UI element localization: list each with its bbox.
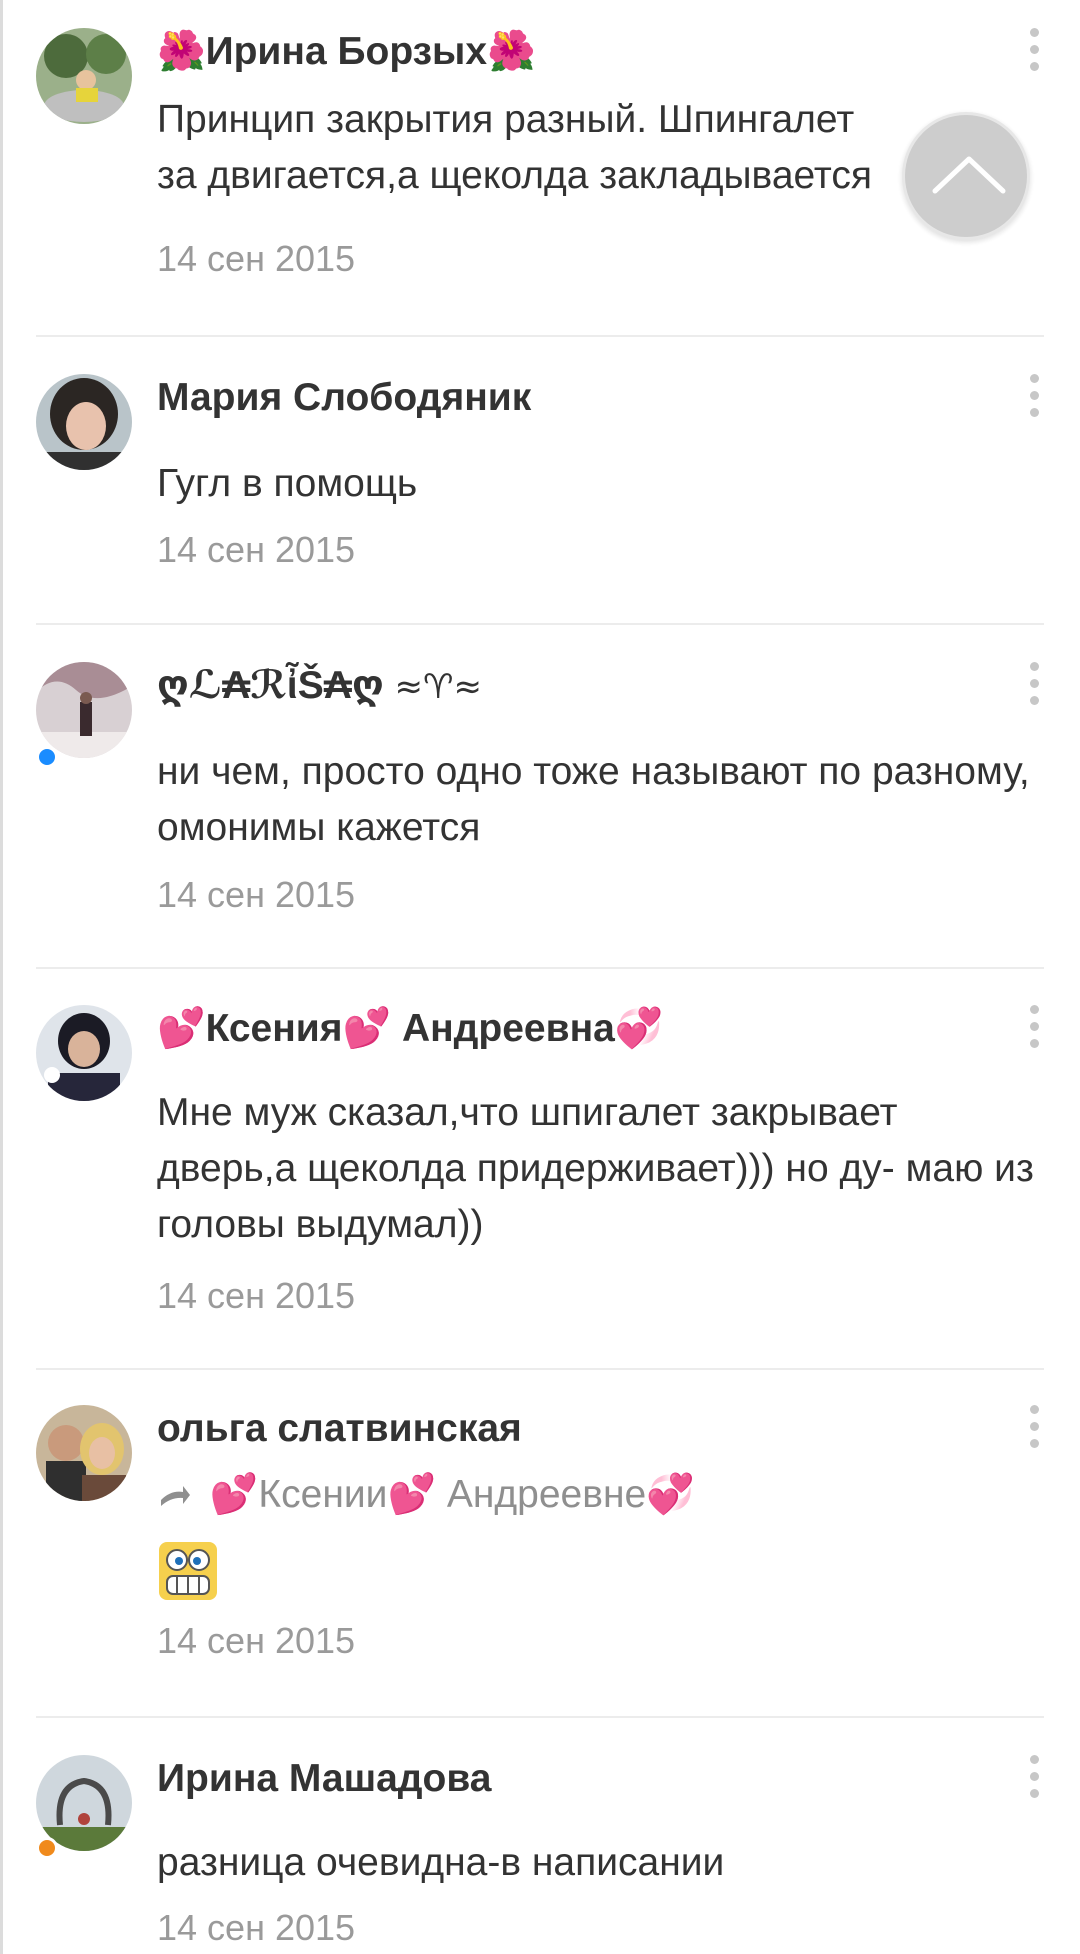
two-hearts-icon: 💕 <box>157 1006 206 1051</box>
hibiscus-icon: 🌺 <box>487 29 536 74</box>
two-hearts-icon: 💕 <box>387 1472 436 1517</box>
comment-text: ни чем, просто одно тоже называют по раз… <box>157 750 1030 849</box>
divider <box>36 1368 1044 1370</box>
divider <box>36 967 1044 969</box>
hibiscus-icon: 🌺 <box>157 29 206 74</box>
chevron-up-icon <box>932 156 1006 194</box>
aries-icon: ≈♈≈ <box>383 667 482 707</box>
reply-to[interactable]: 💕Ксении💕 Андреевне💞 <box>157 1471 695 1517</box>
comment-date: 14 сен 2015 <box>157 874 356 915</box>
online-status-dot <box>36 746 58 768</box>
author-name[interactable]: 🌺Ирина Борзых🌺 <box>157 28 536 76</box>
author-name[interactable]: ღℒ₳ℛἶŠ₳ღ ≈♈≈ <box>157 662 482 711</box>
more-options-icon[interactable] <box>1024 374 1044 417</box>
comment-text: разница очевидна-в написании <box>157 1841 725 1884</box>
two-hearts-icon: 💕 <box>209 1472 259 1517</box>
comment-date: 14 сен 2015 <box>157 529 356 570</box>
left-edge <box>0 0 3 1954</box>
two-hearts-icon: 💕 <box>342 1006 392 1051</box>
author-name[interactable]: Мария Слободяник <box>157 374 531 422</box>
avatar[interactable] <box>36 662 132 758</box>
more-options-icon[interactable] <box>1024 1005 1044 1048</box>
more-options-icon[interactable] <box>1024 1405 1044 1448</box>
revolving-hearts-icon: 💞 <box>614 1006 664 1051</box>
comment-date: 14 сен 2015 <box>157 1620 356 1661</box>
avatar[interactable] <box>36 1405 132 1501</box>
divider <box>36 335 1044 337</box>
comment-date: 14 сен 2015 <box>157 238 356 279</box>
revolving-hearts-icon: 💞 <box>646 1472 695 1517</box>
comment-text: Гугл в помощь <box>157 462 418 505</box>
comment-text-line: за двигается,а щеколда закладывается <box>157 154 872 197</box>
more-options-icon[interactable] <box>1024 662 1044 705</box>
comment-date: 14 сен 2015 <box>157 1275 356 1316</box>
online-status-dot <box>36 1837 58 1859</box>
comment-text-line: Принцип закрытия разный. Шпингалет <box>157 98 855 141</box>
author-name[interactable]: ольга слатвинская <box>157 1405 522 1453</box>
divider <box>36 1716 1044 1718</box>
avatar[interactable] <box>36 1005 132 1101</box>
comment-date: 14 сен 2015 <box>157 1907 356 1948</box>
reply-arrow-icon <box>161 1485 190 1506</box>
avatar[interactable] <box>36 374 132 470</box>
more-options-icon[interactable] <box>1024 1755 1044 1798</box>
more-options-icon[interactable] <box>1024 28 1044 71</box>
author-name[interactable]: Ирина Машадова <box>157 1755 492 1803</box>
comment-text: Мне муж сказал,что шпигалет закрывает дв… <box>157 1091 1034 1246</box>
divider <box>36 623 1044 625</box>
avatar[interactable] <box>36 28 132 124</box>
author-name[interactable]: 💕Ксения💕 Андреевна💞 <box>157 1005 663 1053</box>
scroll-to-top-button[interactable] <box>902 112 1030 240</box>
grinning-sticker-icon <box>157 1540 219 1602</box>
